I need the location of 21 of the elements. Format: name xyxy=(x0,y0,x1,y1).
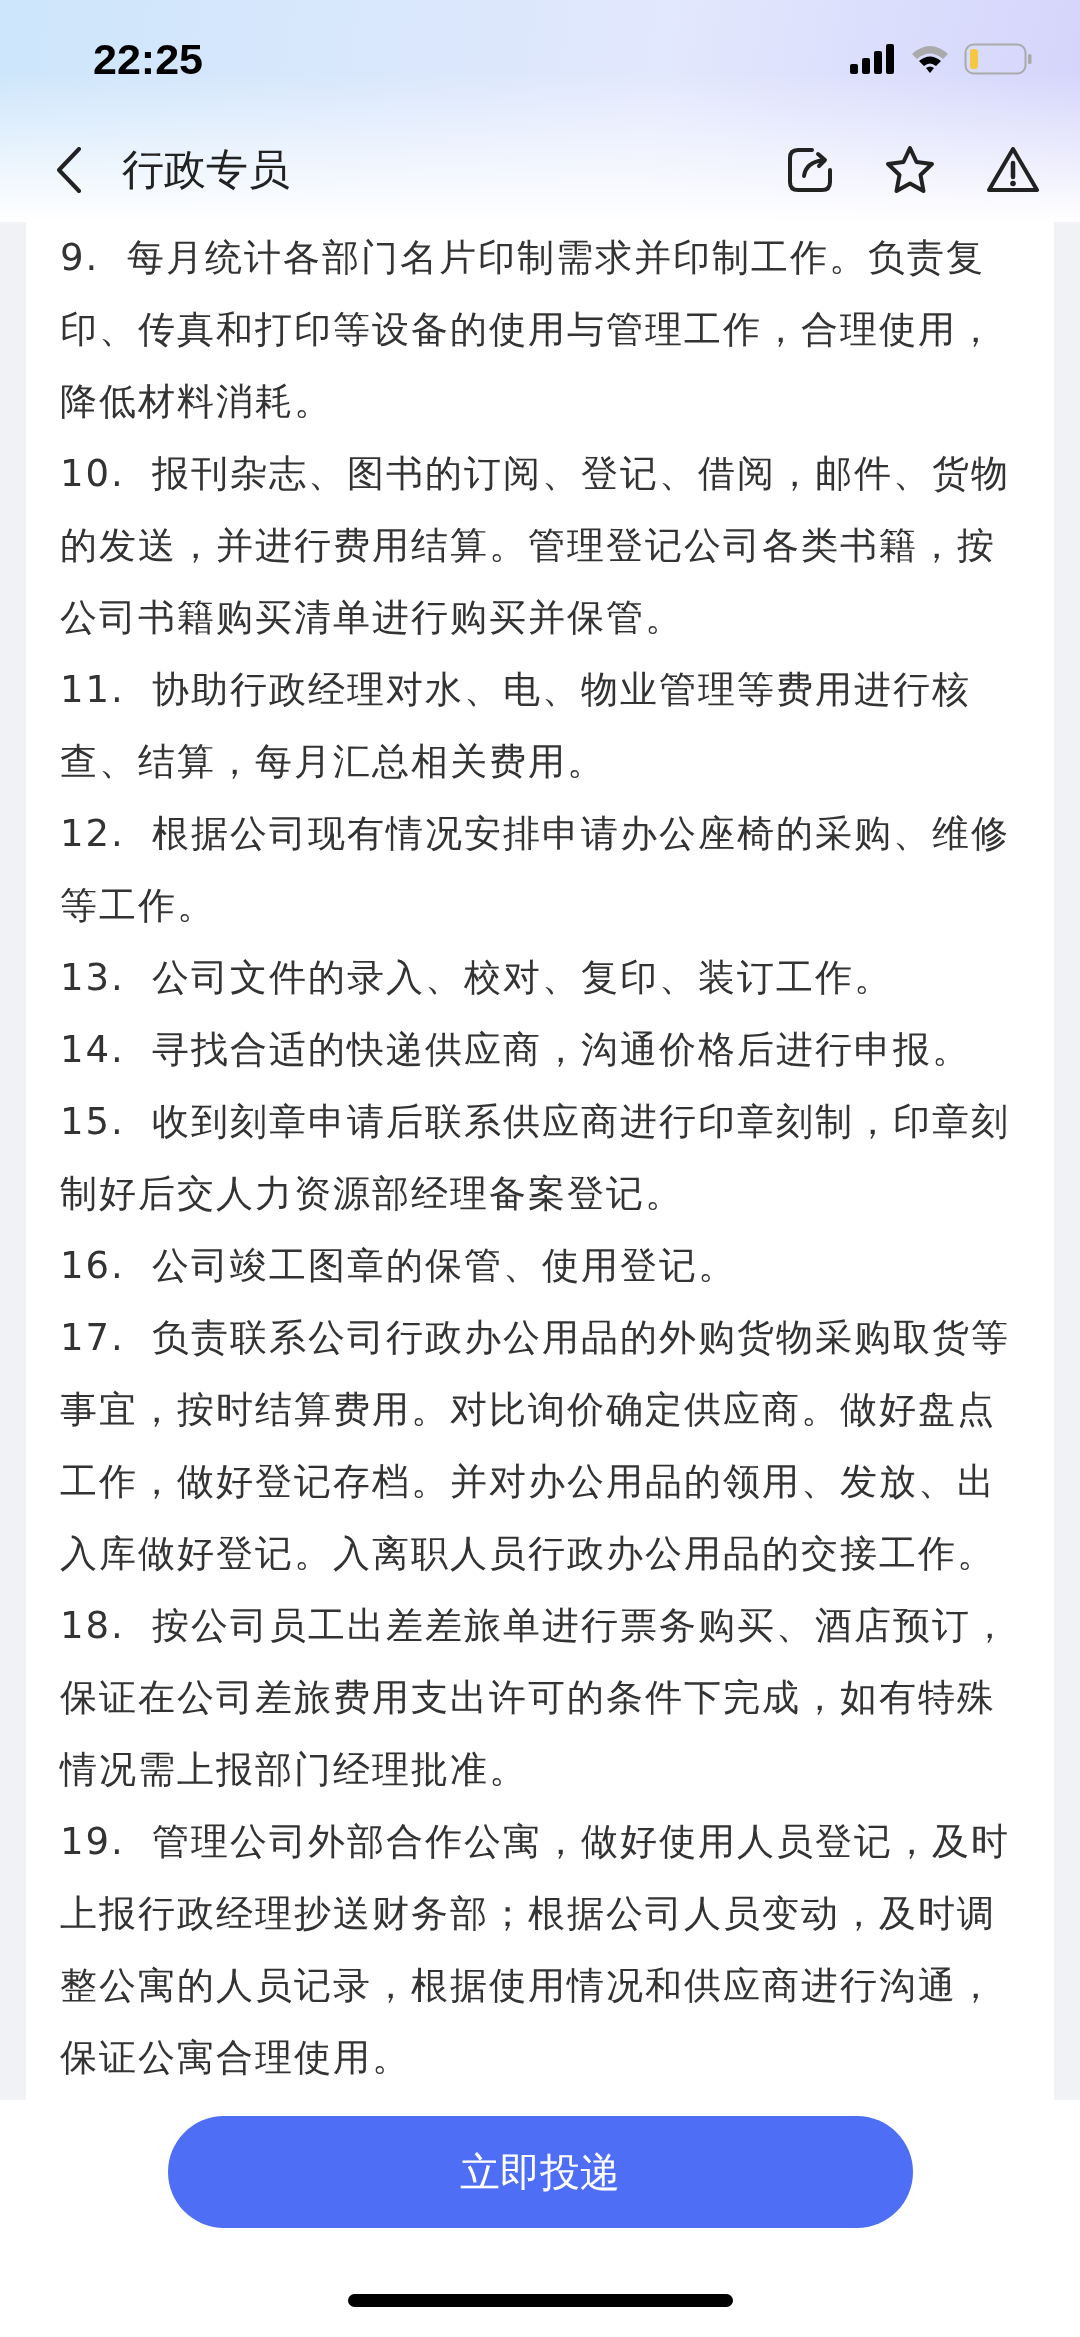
share-icon[interactable] xyxy=(786,146,834,194)
duty-item: 19. 管理公司外部合作公寓，做好使用人员登记，及时上报行政经理抄送财务部；根据公司人员变动，及时调整公寓的人员记录，根据使用情况和供应商进行沟通，保证公寓合理使用。 xyxy=(60,1819,1012,2081)
wifi-icon xyxy=(910,44,950,74)
duty-item: 9. 每月统计各部门名片印制需求并印制工作。负责复印、传真和打印等设备的使用与管理工作，合理使用，降低材料消耗。 xyxy=(60,235,997,425)
battery-icon xyxy=(964,43,1032,75)
warning-icon[interactable] xyxy=(986,146,1040,194)
duty-item: 11. 协助行政经理对水、电、物业管理等费用进行核查、结算，每月汇总相关费用。 xyxy=(60,667,973,785)
signal-icon xyxy=(850,44,896,74)
duty-item: 13. 公司文件的录入、校对、复印、装订工作。 xyxy=(60,955,895,1001)
duty-item: 17. 负责联系公司行政办公用品的外购货物采购取货等事宜，按时结算费用。对比询价确定供应商。做好盘点工作，做好登记存档。并对办公用品的领用、发放、出入库做好登记。入离职人员行政办公用品的交接工作。 xyxy=(60,1315,1012,1577)
star-icon[interactable] xyxy=(884,145,936,195)
duty-item: 12. 根据公司现有情况安排申请办公座椅的采购、维修等工作。 xyxy=(60,811,1012,929)
page-title: 行政专员 xyxy=(122,144,290,196)
duty-item: 10. 报刊杂志、图书的订阅、登记、借阅，邮件、货物的发送，并进行费用结算。管理登记公司各类书籍，按公司书籍购买清单进行购买并保管。 xyxy=(60,451,1012,641)
duty-item: 16. 公司竣工图章的保管、使用登记。 xyxy=(60,1243,739,1289)
back-icon[interactable] xyxy=(56,147,82,193)
apply-button[interactable]: 立即投递 xyxy=(167,2116,913,2228)
duty-item: 15. 收到刻章申请后联系供应商进行印章刻制，印章刻制好后交人力资源部经理备案登记。 xyxy=(60,1099,1012,1217)
status-time: 22:25 xyxy=(93,34,203,84)
duty-item: 14. 寻找合适的快递供应商，沟通价格后进行申报。 xyxy=(60,1027,973,1073)
duty-item: 18. 按公司员工出差差旅单进行票务购买、酒店预订，保证在公司差旅费用支出许可的条件下完成，如有特殊情况需上报部门经理批准。 xyxy=(60,1603,1012,1793)
